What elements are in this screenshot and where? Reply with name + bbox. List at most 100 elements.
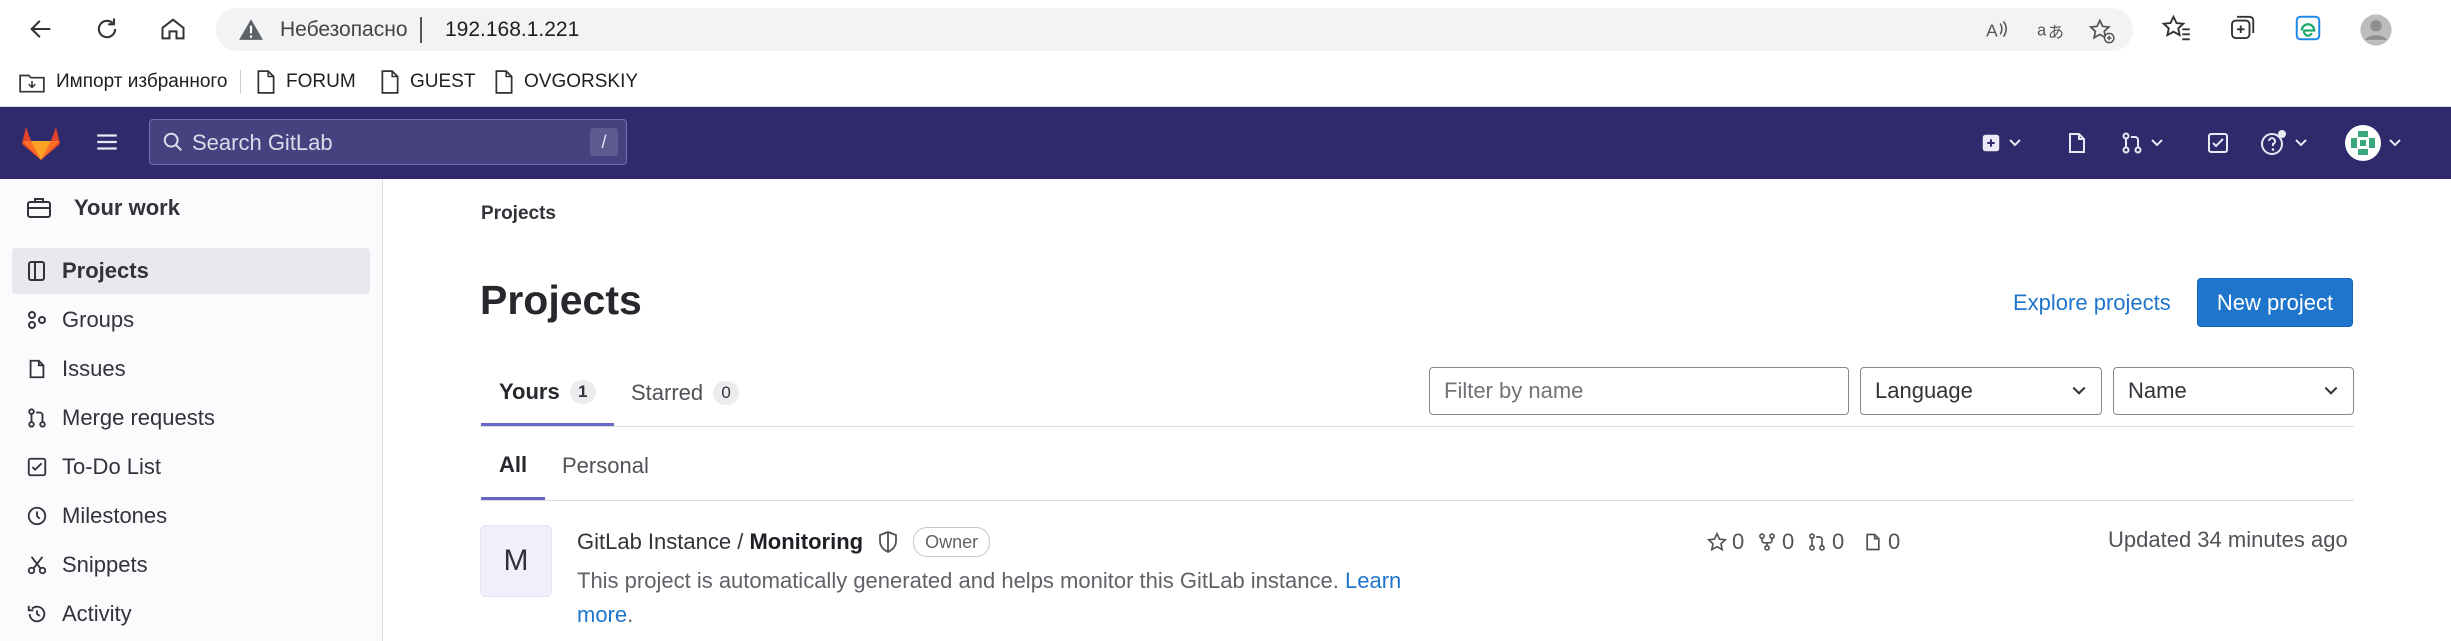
forks-count[interactable]: 0 bbox=[1757, 527, 1794, 557]
favorites-icon[interactable] bbox=[2161, 13, 2191, 43]
sidebar-item-groups[interactable]: Groups bbox=[12, 297, 370, 343]
activity-icon bbox=[26, 603, 48, 625]
sidebar-item-projects[interactable]: Projects bbox=[12, 248, 370, 294]
language-select-value: Language bbox=[1875, 378, 1973, 403]
sidebar-item-activity[interactable]: Activity bbox=[12, 591, 370, 637]
page-title: Projects bbox=[480, 277, 642, 323]
chevron-down-icon bbox=[2323, 383, 2339, 399]
translate-icon[interactable]: aあ bbox=[2036, 17, 2064, 43]
merge-requests-dropdown[interactable] bbox=[2120, 127, 2164, 159]
warning-icon[interactable] bbox=[238, 17, 264, 41]
subtab-personal[interactable]: Personal bbox=[562, 432, 649, 500]
back-arrow-icon[interactable] bbox=[24, 12, 58, 46]
stars-count[interactable]: 0 bbox=[1707, 527, 1744, 557]
sidebar-item-snippets[interactable]: Snippets bbox=[12, 542, 370, 588]
milestone-icon bbox=[26, 505, 48, 527]
todo-header-button[interactable] bbox=[2206, 127, 2230, 159]
issues-count[interactable]: 0 bbox=[1863, 527, 1900, 557]
group-icon bbox=[26, 309, 48, 331]
bookmark-guest[interactable]: GUEST bbox=[380, 68, 475, 96]
svg-text:A: A bbox=[1986, 21, 1998, 41]
bookmark-label: Импорт избранного bbox=[56, 71, 228, 92]
url-text[interactable]: 192.168.1.221 bbox=[445, 18, 579, 42]
sidebar-item-issues[interactable]: Issues bbox=[12, 346, 370, 392]
sort-select-value: Name bbox=[2128, 378, 2187, 403]
sidebar-item-merge-requests[interactable]: Merge requests bbox=[12, 395, 370, 441]
stat-value: 0 bbox=[1782, 529, 1795, 554]
snippet-icon bbox=[26, 554, 48, 576]
search-icon bbox=[162, 131, 184, 153]
subtab-all[interactable]: All bbox=[481, 432, 546, 500]
project-title: GitLab Instance / Monitoring Owner bbox=[577, 527, 991, 557]
description-text: This project is automatically generated … bbox=[577, 568, 1339, 593]
refresh-icon[interactable] bbox=[90, 12, 124, 46]
home-icon[interactable] bbox=[156, 12, 190, 46]
help-dropdown[interactable] bbox=[2260, 127, 2308, 159]
project-icon bbox=[26, 260, 48, 282]
stat-value: 0 bbox=[1832, 529, 1845, 554]
project-row: M GitLab Instance / Monitoring Owner Thi… bbox=[480, 501, 2354, 641]
sidebar-item-label: Snippets bbox=[62, 552, 148, 577]
sidebar-context[interactable]: Your work bbox=[26, 195, 180, 221]
tab-label: Yours bbox=[499, 378, 560, 404]
sidebar-item-label: Groups bbox=[62, 307, 135, 332]
svg-text:あ: あ bbox=[2048, 23, 2064, 42]
sidebar-context-title: Your work bbox=[74, 195, 180, 220]
bookmark-import[interactable]: Импорт избранного bbox=[18, 68, 227, 96]
issues-icon bbox=[26, 358, 48, 380]
tab-yours[interactable]: Yours 1 bbox=[481, 360, 614, 426]
svg-text:a: a bbox=[2037, 21, 2046, 39]
page-icon bbox=[256, 70, 276, 94]
gitlab-logo-icon[interactable] bbox=[20, 122, 62, 162]
add-favorite-icon[interactable] bbox=[2087, 17, 2115, 45]
sidebar-item-label: Activity bbox=[62, 601, 132, 626]
tabs-divider bbox=[480, 426, 2354, 427]
breadcrumb[interactable]: Projects bbox=[481, 203, 556, 225]
bookmark-divider bbox=[240, 70, 241, 94]
tab-starred[interactable]: Starred 0 bbox=[631, 360, 740, 426]
insecure-label[interactable]: Небезопасно bbox=[280, 18, 408, 42]
issues-header-button[interactable] bbox=[2065, 127, 2089, 159]
search-input[interactable] bbox=[190, 120, 574, 166]
briefcase-icon bbox=[26, 196, 52, 220]
description-period: . bbox=[627, 602, 634, 627]
project-link[interactable]: GitLab Instance / Monitoring bbox=[577, 529, 863, 555]
address-separator bbox=[420, 17, 422, 43]
filter-by-name-input[interactable] bbox=[1429, 367, 1849, 415]
sort-select[interactable]: Name bbox=[2113, 367, 2354, 415]
collections-icon[interactable] bbox=[2227, 13, 2257, 43]
bookmark-label: FORUM bbox=[286, 71, 356, 92]
stat-value: 0 bbox=[1888, 529, 1901, 554]
sidebar-item-milestones[interactable]: Milestones bbox=[12, 493, 370, 539]
merge-requests-count[interactable]: 0 bbox=[1807, 527, 1844, 557]
chevron-down-icon bbox=[2388, 136, 2402, 150]
bookmark-forum[interactable]: FORUM bbox=[256, 68, 356, 96]
project-avatar[interactable]: M bbox=[480, 525, 552, 597]
language-select[interactable]: Language bbox=[1860, 367, 2102, 415]
chevron-down-icon bbox=[2150, 136, 2164, 150]
user-menu-dropdown[interactable] bbox=[2344, 122, 2402, 164]
explore-projects-link[interactable]: Explore projects bbox=[2013, 290, 2171, 316]
project-namespace: GitLab Instance / bbox=[577, 529, 750, 554]
new-project-button[interactable]: New project bbox=[2197, 278, 2353, 327]
create-new-dropdown[interactable] bbox=[1980, 127, 2022, 159]
bookmarks-bar: Импорт избранного FORUM GUEST OVGORSKIY bbox=[0, 58, 2451, 107]
page-icon bbox=[494, 70, 514, 94]
gitlab-header: / bbox=[0, 107, 2451, 179]
search-shortcut-badge: / bbox=[590, 128, 618, 156]
updated-timestamp: Updated 34 minutes ago bbox=[2108, 527, 2348, 552]
profile-icon[interactable] bbox=[2359, 13, 2393, 47]
gitlab-search[interactable]: / bbox=[149, 119, 627, 166]
bookmark-ovgorskiy[interactable]: OVGORSKIY bbox=[494, 68, 638, 96]
project-name: Monitoring bbox=[749, 529, 864, 554]
merge-request-icon bbox=[1807, 532, 1827, 552]
hamburger-menu-icon[interactable] bbox=[94, 129, 120, 155]
sidebar-item-label: To-Do List bbox=[62, 454, 162, 479]
todo-icon bbox=[26, 456, 48, 478]
sidebar-item-label: Issues bbox=[62, 356, 126, 381]
address-bar[interactable]: Небезопасно 192.168.1.221 A aあ bbox=[216, 8, 2133, 51]
read-aloud-icon[interactable]: A bbox=[1984, 17, 2010, 43]
avatar bbox=[2344, 124, 2382, 162]
sidebar-item-todo[interactable]: To-Do List bbox=[12, 444, 370, 490]
edge-icon[interactable] bbox=[2293, 13, 2323, 43]
